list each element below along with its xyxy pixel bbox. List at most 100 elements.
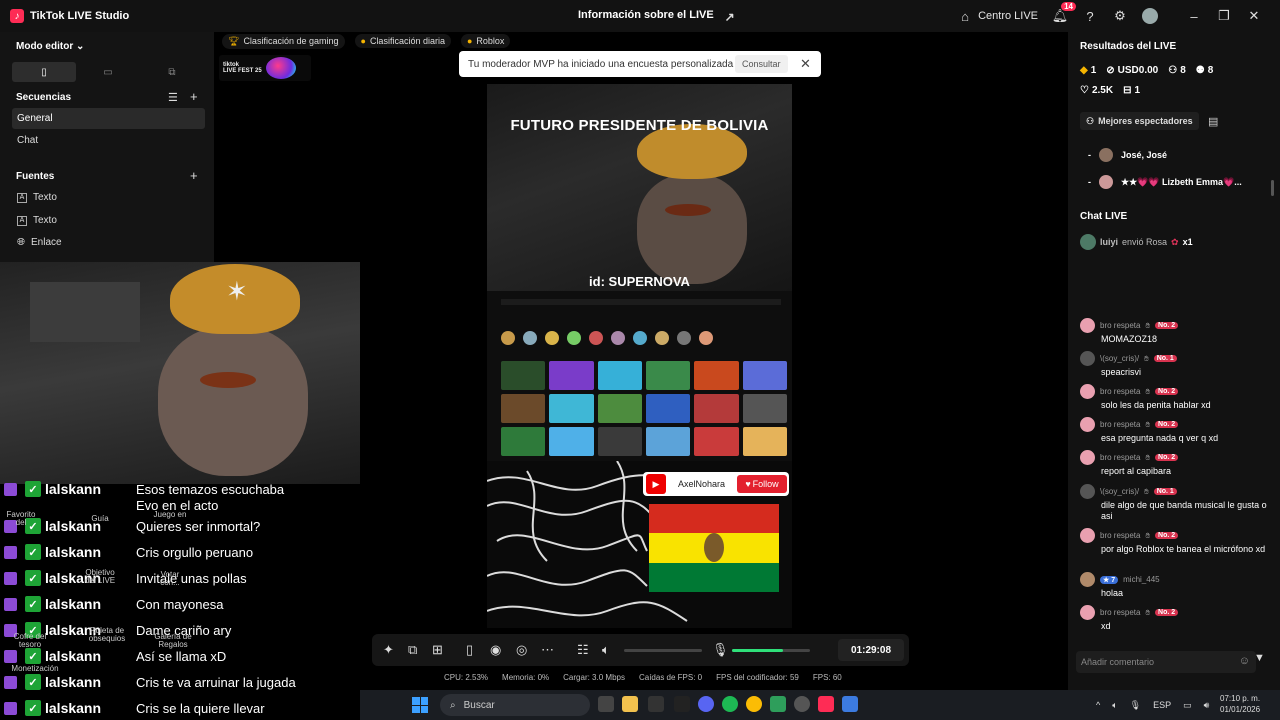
search-icon: ⌕ xyxy=(450,699,456,711)
magic-wand-icon[interactable]: ✦ xyxy=(383,642,394,658)
phone-icon[interactable]: ▯ xyxy=(466,642,473,658)
dual-mode-tab[interactable]: ⧉ xyxy=(140,62,204,82)
bell-icon[interactable]: 🔔︎ 14 xyxy=(1052,2,1076,24)
discord-icon[interactable] xyxy=(698,696,714,712)
comment-input[interactable]: Añadir comentario ☺ xyxy=(1076,651,1256,673)
add-screen-icon[interactable]: ⊞ xyxy=(432,642,443,658)
source-text-1[interactable]: A Texto xyxy=(12,187,205,208)
live-info-title[interactable]: Información sobre el LIVE ↗ xyxy=(578,9,738,25)
check-icon: ✓ xyxy=(25,544,41,560)
emoji-icon[interactable]: ☺ xyxy=(1239,655,1250,667)
add-sequence-button[interactable]: + xyxy=(190,89,198,104)
minimize-icon[interactable]: – xyxy=(1186,8,1202,24)
live-fest-banner[interactable]: tiktok LIVE FEST 25 xyxy=(219,55,311,81)
flag-stripe-green xyxy=(649,562,779,592)
speaker-icon[interactable]: 🔈︎ xyxy=(602,642,610,658)
spotify-icon[interactable] xyxy=(722,696,738,712)
more-icon[interactable]: ⋯ xyxy=(541,642,554,658)
system-tray: ^ 🔈︎ 🎙︎ ESP ▭ 🔊︎ xyxy=(1096,690,1209,720)
chat-comment: bro respeta ✋︎ No. 2 MOMAZOZ18 xyxy=(1080,318,1270,345)
diamond-stat: ◆ 1 xyxy=(1080,65,1096,76)
source-link[interactable]: 🌐︎ Enlace xyxy=(12,232,205,253)
landscape-mode-tab[interactable]: ▭ xyxy=(76,62,140,82)
record-icon[interactable]: ◉ xyxy=(490,642,501,658)
avatar xyxy=(1080,484,1095,499)
volume-slider[interactable] xyxy=(624,649,702,652)
camera-icon[interactable]: ◎ xyxy=(516,642,527,658)
memory-stat: Memoria: 0% xyxy=(502,673,550,682)
language-indicator[interactable]: ESP xyxy=(1153,700,1171,710)
tab-daily-ranking[interactable]: ● Clasificación diaria xyxy=(354,34,451,48)
consult-button[interactable]: Consultar xyxy=(735,55,788,73)
top-viewer-2[interactable]: - ★★💗💗 Lizbeth Emma💗... xyxy=(1088,175,1242,189)
close-icon[interactable]: ✕ xyxy=(800,56,811,72)
scrollbar[interactable] xyxy=(1271,180,1274,196)
terminal-icon[interactable] xyxy=(648,696,664,712)
top-viewers-button[interactable]: ⚇ Mejores espectadores xyxy=(1080,112,1199,130)
volume-icon[interactable]: 🔊︎ xyxy=(1204,700,1210,711)
mustache-image xyxy=(200,372,256,388)
maximize-icon[interactable]: ❐ xyxy=(1216,8,1232,24)
add-source-button[interactable]: + xyxy=(190,168,198,183)
centro-live-button[interactable]: ⌂ Centro LIVE xyxy=(957,8,1038,24)
chat-user: lalskann xyxy=(45,674,102,690)
chat-overlay-row: ✓ lalskann Cris se la quiere llevar xyxy=(4,697,265,719)
app-icon[interactable] xyxy=(842,696,858,712)
speaker-icon[interactable]: 🔈︎ xyxy=(1112,700,1117,711)
chat-message: Cris orgullo peruano xyxy=(136,544,254,560)
gear-icon[interactable]: ⚙ xyxy=(1112,8,1128,24)
comment-header: bro respeta ✋︎ No. 2 xyxy=(1080,417,1270,432)
rank-badge: No. 2 xyxy=(1155,532,1179,539)
source-label: Texto xyxy=(33,192,57,203)
task-view-icon[interactable] xyxy=(598,696,614,712)
monitor-icon[interactable]: ▭ xyxy=(1183,700,1192,711)
chevron-up-icon[interactable]: ^ xyxy=(1096,700,1100,710)
help-icon[interactable]: ? xyxy=(1082,8,1098,24)
tiktok-icon[interactable] xyxy=(818,696,834,712)
cpu-stat: CPU: 2.53% xyxy=(444,673,489,682)
mic-slider[interactable] xyxy=(732,649,810,652)
twitch-icon xyxy=(4,649,17,663)
app-icon[interactable] xyxy=(770,696,786,712)
title-bar: ♪ TikTok LIVE Studio Información sobre e… xyxy=(0,0,1280,32)
chat-comment: bro respeta ✋︎ No. 2 report al capibara xyxy=(1080,450,1270,477)
gift-icon: ⊟ xyxy=(1123,85,1132,96)
comment-user: bro respeta xyxy=(1100,453,1141,462)
tab-gaming-ranking[interactable]: 🏆︎ Clasificación de gaming xyxy=(222,33,345,49)
close-icon[interactable]: ✕ xyxy=(1246,8,1262,24)
list-icon[interactable]: ▤ xyxy=(1208,115,1218,128)
youtube-icon: ▶ xyxy=(646,474,666,494)
microphone-icon[interactable]: 🎙︎ xyxy=(712,642,729,658)
results-title: Resultados del LIVE xyxy=(1080,41,1177,52)
microphone-icon[interactable]: 🎙︎ xyxy=(1130,700,1141,711)
source-text-2[interactable]: A Texto xyxy=(12,210,205,231)
app-icon[interactable] xyxy=(674,696,690,712)
file-explorer-icon[interactable] xyxy=(622,696,638,712)
hand-icon: ✋︎ xyxy=(1145,419,1151,429)
clock[interactable]: 07:10 p. m. 01/01/2026 xyxy=(1220,694,1260,716)
windows-start-icon[interactable] xyxy=(412,697,428,713)
obs-icon[interactable] xyxy=(794,696,810,712)
taskbar-search[interactable]: ⌕ Buscar xyxy=(440,694,590,716)
share-icon[interactable]: ↗ xyxy=(722,9,738,25)
avatar[interactable] xyxy=(1142,8,1158,24)
sequence-general[interactable]: General xyxy=(12,108,205,129)
chrome-icon[interactable] xyxy=(746,696,762,712)
mode-selector[interactable]: Modo editor ⌄ xyxy=(16,41,84,52)
portrait-mode-tab[interactable]: ▯ xyxy=(12,62,76,82)
settings-sliders-icon[interactable]: ☷ xyxy=(577,642,589,658)
chat-overlay-row: ✓ lalskann Invitale unas pollas xyxy=(4,567,247,589)
sequence-chat[interactable]: Chat xyxy=(12,130,205,151)
chat-user: lalskann xyxy=(45,481,102,497)
chat-user: lalskann xyxy=(45,648,102,664)
stage-id: id: SUPERNOVA xyxy=(589,274,690,289)
top-viewer-1[interactable]: - José, José xyxy=(1088,148,1167,162)
tab-roblox[interactable]: ● Roblox xyxy=(460,34,511,48)
follow-button[interactable]: ♥ Follow xyxy=(737,475,787,493)
chat-overlay-row: ✓ lalskann Cris orgullo peruano xyxy=(4,541,253,563)
heart-icon: ♡ xyxy=(1080,85,1089,96)
layers-icon[interactable]: ⧉ xyxy=(408,642,417,658)
list-icon[interactable]: ☰ xyxy=(168,91,178,104)
hand-icon: ✋︎ xyxy=(1145,320,1151,330)
send-icon[interactable]: ▼ xyxy=(1254,652,1265,664)
